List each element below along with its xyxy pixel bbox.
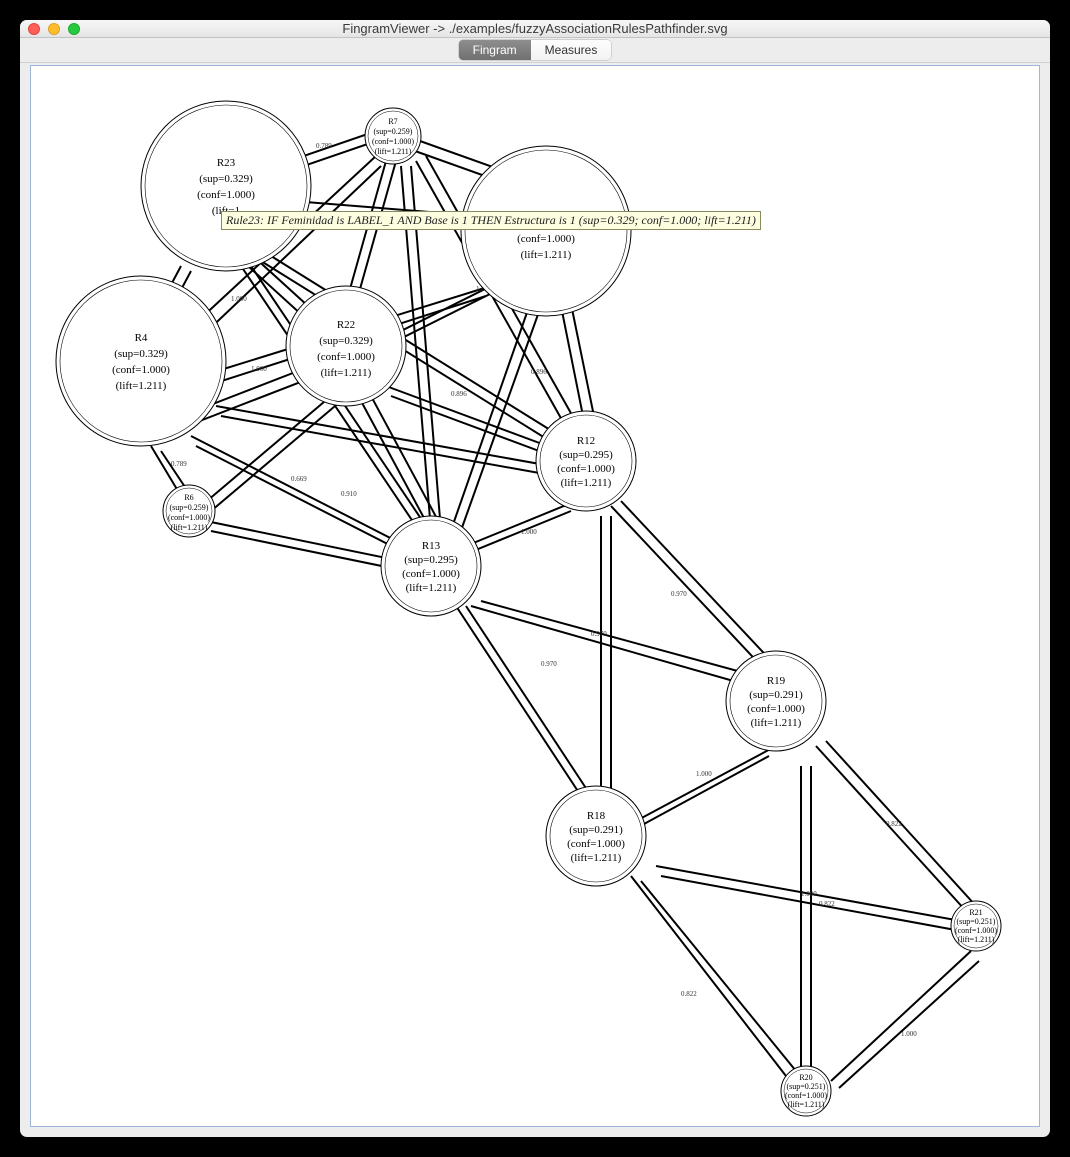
node-label: (sup=0.295) (559, 449, 613, 461)
titlebar[interactable]: FingramViewer -> ./examples/fuzzyAssocia… (20, 20, 1050, 38)
node-label: (lift=1.211) (521, 249, 572, 261)
node-R21[interactable]: R21 (sup=0.251) (conf=1.000) (lift=1.211… (951, 901, 1001, 951)
edge-label: 1.000 (251, 365, 267, 373)
tab-bar: Fingram Measures (20, 38, 1050, 63)
edge-label: 0.970 (591, 630, 607, 638)
node-label: R6 (184, 493, 193, 502)
node-label: (lift=1.211) (571, 852, 622, 864)
node-label: (conf=1.000) (317, 351, 375, 363)
node-label: (sup=0.251) (957, 917, 996, 926)
window-title: FingramViewer -> ./examples/fuzzyAssocia… (20, 21, 1050, 36)
node-label: R7 (388, 117, 397, 126)
node-label: (conf=1.000) (567, 838, 625, 850)
node-label: (conf=1.000) (112, 364, 170, 376)
edge-label: 0.896 (531, 368, 547, 376)
node-R23[interactable]: R23 (sup=0.329) (conf=1.000) (lift=1 (141, 101, 311, 271)
node-label: (conf=1.000) (197, 189, 255, 201)
node-label: R21 (969, 908, 982, 917)
node-label: (conf=1.000) (747, 703, 805, 715)
node-label: (conf=1.000) (372, 137, 414, 146)
app-window: FingramViewer -> ./examples/fuzzyAssocia… (20, 20, 1050, 1137)
node-label: R22 (337, 319, 355, 331)
node-label: (sup=0.329) (199, 173, 253, 185)
node-label: (lift=1.211) (406, 582, 457, 594)
node-label: R13 (422, 540, 441, 552)
node-R20[interactable]: R20 (sup=0.251) (conf=1.000) (lift=1.211… (781, 1066, 831, 1116)
tab-fingram[interactable]: Fingram (459, 40, 531, 60)
node-R6[interactable]: R6 (sup=0.259) (conf=1.000) (lift=1.211) (163, 485, 215, 537)
edge-label: 1.000 (901, 1030, 917, 1038)
node-R13[interactable]: R13 (sup=0.295) (conf=1.000) (lift=1.211… (381, 516, 481, 616)
edge-label: 0.789 (171, 460, 187, 468)
traffic-lights (28, 23, 80, 35)
edge-label: 0.970 (541, 660, 557, 668)
node-label: (lift=1.211) (171, 523, 208, 532)
edge-label: 1.000 (521, 528, 537, 536)
graph-viewport[interactable]: 0.789 1.000 1.000 1.000 1.000 0.896 0.78… (30, 65, 1040, 1127)
edge-label: 0.822 (681, 990, 697, 998)
node-label: R12 (577, 435, 595, 447)
node-R22[interactable]: R22 (sup=0.329) (conf=1.000) (lift=1.211… (286, 286, 406, 406)
node-label: (sup=0.259) (170, 503, 209, 512)
node-label: (lift=1.211) (375, 147, 412, 156)
node-R7[interactable]: R7 (sup=0.259) (conf=1.000) (lift=1.211) (365, 108, 421, 164)
node-R18[interactable]: R18 (sup=0.291) (conf=1.000) (lift=1.211… (546, 786, 646, 886)
node-label: (lift=1.211) (321, 367, 372, 379)
edge-label: 0.822 (819, 900, 835, 908)
node-label: (sup=0.259) (374, 127, 413, 136)
node-label: (lift=1.211) (116, 380, 167, 392)
edge-label: 0.970 (671, 590, 687, 598)
node-label: (conf=1.000) (402, 568, 460, 580)
node-label: (lift=1.211) (958, 935, 995, 944)
node-label: R19 (767, 675, 786, 687)
edge-label: 0.789 (316, 142, 332, 150)
edge-label: 0.822 (886, 820, 902, 828)
minimize-icon[interactable] (48, 23, 60, 35)
node-label: (conf=1.000) (517, 233, 575, 245)
node-label: (sup=0.329) (114, 348, 168, 360)
node-label: (sup=0.295) (404, 554, 458, 566)
node-label: R20 (799, 1073, 812, 1082)
edge-label: 1.000 (696, 770, 712, 778)
node-label: (conf=1.000) (557, 463, 615, 475)
node-label: (lift=1.211) (561, 477, 612, 489)
edge-label: 0.896 (451, 390, 467, 398)
node-label: (conf=1.000) (785, 1091, 827, 1100)
node-R12[interactable]: R12 (sup=0.295) (conf=1.000) (lift=1.211… (536, 411, 636, 511)
node-label: (sup=0.291) (569, 824, 623, 836)
segmented-control: Fingram Measures (459, 40, 612, 60)
node-label: (lift=1.211) (788, 1100, 825, 1109)
edge-label: 0.669 (291, 475, 307, 483)
node-label: (sup=0.329) (319, 335, 373, 347)
edge-label: 1.000 (231, 295, 247, 303)
node-label: (lift=1.211) (751, 717, 802, 729)
edge-label: 0.910 (341, 490, 357, 498)
node-tooltip: Rule23: IF Feminidad is LABEL_1 AND Base… (221, 211, 761, 230)
node-R4[interactable]: R4 (sup=0.329) (conf=1.000) (lift=1.211) (56, 276, 226, 446)
node-group: R23 (sup=0.329) (conf=1.000) (lift=1 R7 … (56, 101, 1001, 1116)
node-label: (conf=1.000) (955, 926, 997, 935)
close-icon[interactable] (28, 23, 40, 35)
node-label: (sup=0.291) (749, 689, 803, 701)
node-label: R23 (217, 157, 236, 169)
node-R19[interactable]: R19 (sup=0.291) (conf=1.000) (lift=1.211… (726, 651, 826, 751)
node-R5[interactable]: (sup=0.329) (conf=1.000) (lift=1.211) (461, 146, 631, 316)
node-label: (conf=1.000) (168, 513, 210, 522)
node-label: R18 (587, 810, 606, 822)
edge-label: 1.000 (801, 890, 817, 898)
zoom-icon[interactable] (68, 23, 80, 35)
tab-measures[interactable]: Measures (531, 40, 612, 60)
node-label: (sup=0.251) (787, 1082, 826, 1091)
node-label: R4 (135, 332, 148, 344)
